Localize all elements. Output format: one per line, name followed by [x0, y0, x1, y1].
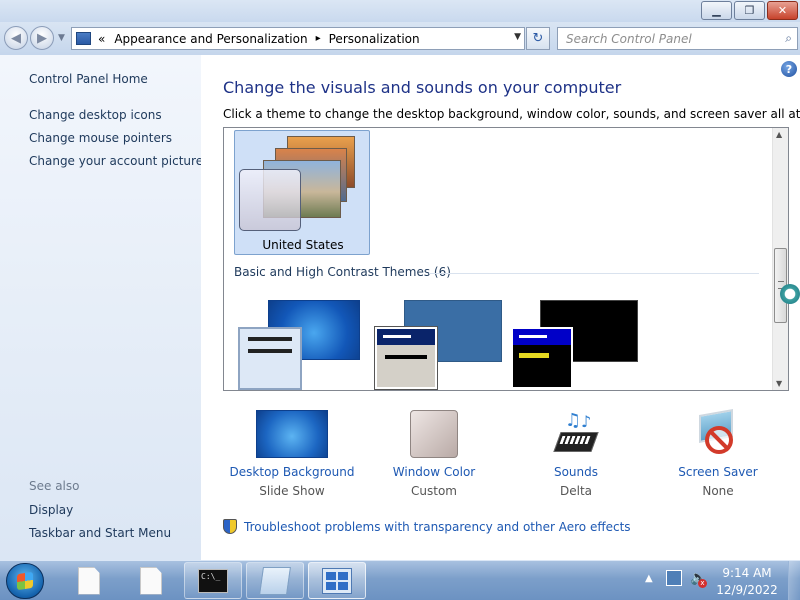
breadcrumb-overflow[interactable]: «: [98, 32, 105, 46]
theme-list-scrollbar[interactable]: ▲ ▼: [772, 128, 788, 390]
show-hidden-icons-icon[interactable]: ▲: [645, 573, 653, 584]
theme-list: United States Basic and High Contrast Th…: [223, 127, 789, 391]
sidebar-link-display[interactable]: Display: [29, 503, 73, 517]
troubleshoot-link[interactable]: Troubleshoot problems with transparency …: [223, 519, 631, 534]
taskbar-item-notepad[interactable]: [246, 562, 304, 599]
troubleshoot-link-text[interactable]: Troubleshoot problems with transparency …: [244, 520, 631, 534]
close-button[interactable]: ✕: [767, 1, 798, 20]
forward-arrow-icon: ▶: [37, 30, 47, 46]
loading-cursor-icon: [780, 284, 800, 304]
back-button[interactable]: ◀: [4, 26, 28, 50]
see-also-heading: See also: [29, 479, 80, 493]
taskbar-item-control-panel[interactable]: [308, 562, 366, 599]
setting-label[interactable]: Screen Saver: [648, 465, 788, 479]
search-placeholder: Search Control Panel: [566, 32, 692, 46]
setting-value: None: [702, 484, 734, 498]
sidebar-link-change-desktop-icons[interactable]: Change desktop icons: [29, 108, 162, 122]
taskbar: C:\_ ▲ 🔈 x 9:14 AM 12/9/2022: [0, 560, 800, 600]
mute-badge-icon: x: [698, 579, 707, 588]
notepad-icon: [259, 566, 291, 595]
clock-date[interactable]: 12/9/2022: [712, 583, 782, 597]
show-desktop-button[interactable]: [788, 561, 800, 600]
section-heading: Basic and High Contrast Themes (6): [234, 265, 451, 279]
search-icon[interactable]: ⌕: [785, 31, 792, 46]
setting-label[interactable]: Sounds: [506, 465, 646, 479]
document-icon: [140, 566, 162, 595]
maximize-button[interactable]: ❐: [734, 1, 765, 20]
help-icon[interactable]: ?: [781, 61, 797, 77]
screen-saver-icon: [693, 409, 743, 458]
taskbar-item-command-prompt[interactable]: C:\_: [184, 562, 242, 599]
page-description: Click a theme to change the desktop back…: [223, 107, 800, 121]
section-divider: [429, 273, 759, 274]
setting-value: Delta: [559, 484, 592, 498]
sidebar-link-taskbar-start-menu[interactable]: Taskbar and Start Menu: [29, 526, 171, 540]
address-bar[interactable]: « Appearance and Personalization ▸ Perso…: [71, 27, 525, 50]
window-color-setting[interactable]: Window Color Custom: [364, 410, 504, 498]
desktop-background-icon: [256, 410, 328, 458]
theme-window-preview: [511, 327, 573, 389]
document-icon: [78, 566, 100, 595]
theme-window-preview: [238, 327, 302, 390]
command-prompt-icon: C:\_: [198, 568, 228, 593]
shield-icon: [223, 519, 237, 534]
windows-logo-icon: [17, 571, 33, 591]
scroll-down-icon[interactable]: ▼: [776, 379, 782, 388]
forward-button[interactable]: ▶: [30, 26, 54, 50]
close-icon: ✕: [777, 4, 788, 17]
theme-label: United States: [262, 238, 344, 252]
sidebar: Control Panel Home Change desktop icons …: [0, 55, 203, 560]
title-bar: ▁ ❐ ✕: [0, 0, 800, 22]
setting-label[interactable]: Window Color: [364, 465, 504, 479]
sidebar-link-change-mouse-pointers[interactable]: Change mouse pointers: [29, 131, 172, 145]
theme-united-states[interactable]: United States: [234, 130, 370, 255]
taskbar-item-document-2[interactable]: [122, 562, 180, 599]
start-button[interactable]: [6, 563, 44, 599]
theme-window-preview: [374, 326, 438, 390]
breadcrumb-personalization[interactable]: Personalization: [329, 32, 420, 46]
setting-value: Slide Show: [259, 484, 325, 498]
sounds-setting[interactable]: ♫ ♪ Sounds Delta: [506, 410, 646, 498]
sidebar-link-change-account-picture[interactable]: Change your account picture: [29, 154, 203, 168]
network-icon[interactable]: [666, 570, 682, 586]
desktop-background-setting[interactable]: Desktop Background Slide Show: [222, 410, 362, 498]
maximize-icon: ❐: [744, 4, 755, 17]
search-input[interactable]: Search Control Panel ⌕: [557, 27, 798, 50]
setting-value: Custom: [411, 484, 457, 498]
navigation-bar: ◀ ▶ ▼ « Appearance and Personalization ▸…: [0, 22, 800, 55]
refresh-button[interactable]: ↻: [526, 27, 550, 50]
breadcrumb-separator-icon[interactable]: ▸: [316, 33, 321, 44]
window-color-icon: [410, 410, 458, 458]
scroll-up-icon[interactable]: ▲: [776, 130, 782, 139]
control-panel-icon: [322, 567, 352, 594]
back-arrow-icon: ◀: [11, 30, 21, 46]
clock-time[interactable]: 9:14 AM: [712, 566, 782, 580]
sounds-icon: ♫ ♪: [551, 410, 601, 458]
screen-saver-setting[interactable]: Screen Saver None: [648, 409, 788, 498]
minimize-icon: ▁: [712, 4, 721, 17]
control-panel-icon: [76, 32, 91, 45]
address-dropdown-icon[interactable]: ▼: [514, 32, 521, 42]
taskbar-item-document-1[interactable]: [60, 562, 118, 599]
setting-label[interactable]: Desktop Background: [222, 465, 362, 479]
minimize-button[interactable]: ▁: [701, 1, 732, 20]
theme-window-preview: [239, 169, 301, 231]
recent-pages-dropdown[interactable]: ▼: [58, 33, 65, 43]
page-title: Change the visuals and sounds on your co…: [223, 78, 622, 97]
breadcrumb-appearance[interactable]: Appearance and Personalization: [114, 32, 307, 46]
sidebar-link-control-panel-home[interactable]: Control Panel Home: [29, 72, 148, 86]
refresh-icon: ↻: [532, 31, 544, 46]
